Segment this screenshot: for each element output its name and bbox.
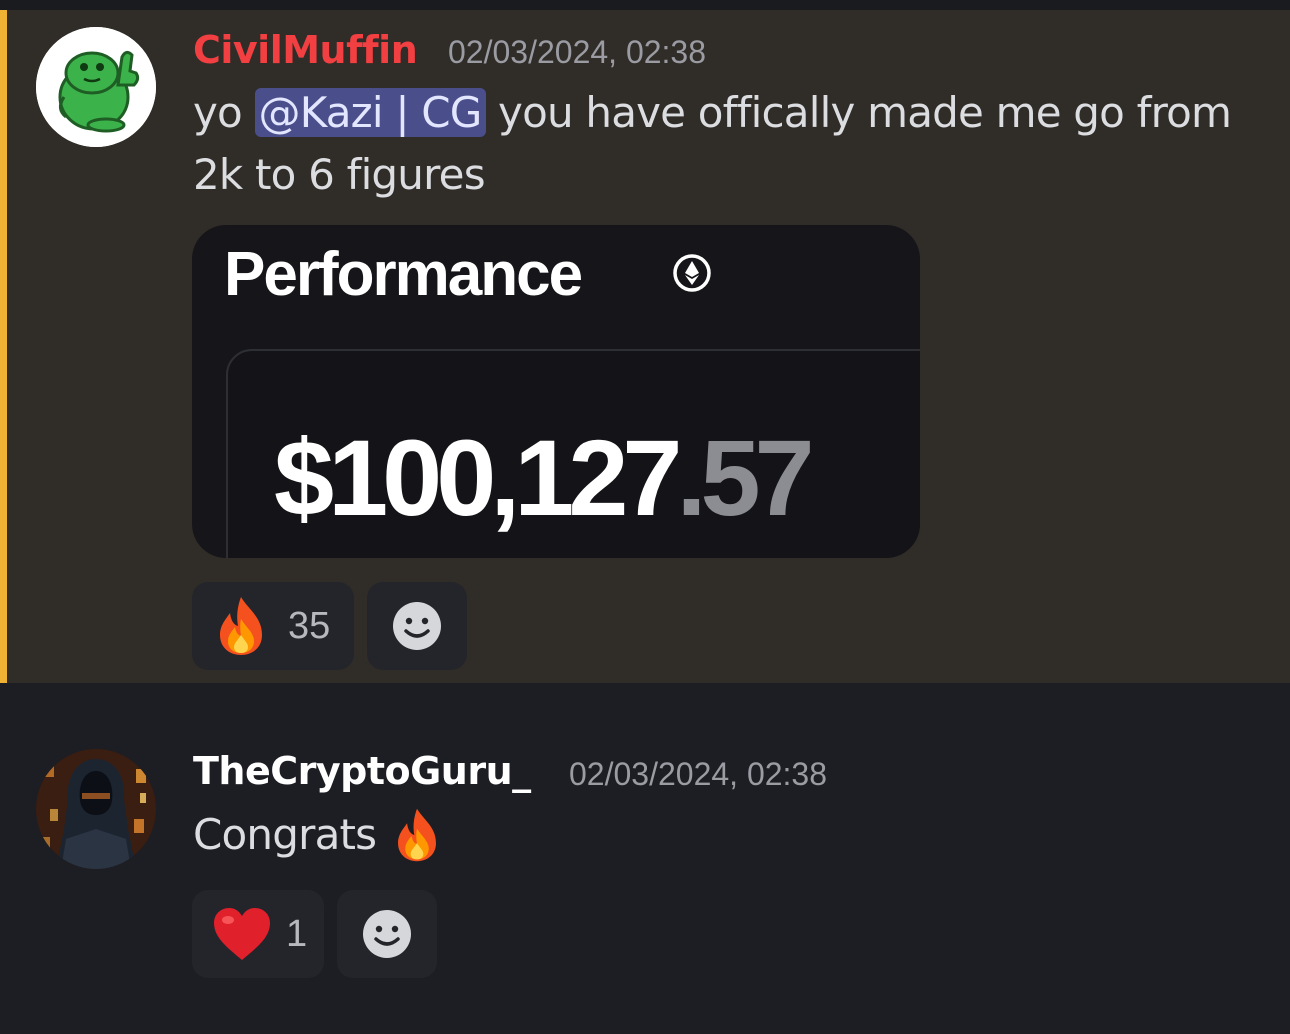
message-text: Congrats	[193, 810, 377, 859]
top-strip	[0, 0, 1290, 10]
smiley-icon	[393, 602, 441, 650]
balance-amount: $100,127.57	[274, 417, 815, 538]
add-reaction-button[interactable]	[367, 582, 467, 670]
message-text: you have offically made me go from	[485, 88, 1232, 137]
reaction-count: 35	[288, 604, 331, 647]
fire-emoji-icon	[392, 807, 442, 863]
message-author-username[interactable]: TheCryptoGuru_	[193, 749, 531, 793]
message-text: 2k to 6 figures	[193, 150, 486, 199]
message-timestamp: 02/03/2024, 02:38	[448, 34, 707, 70]
reaction-count: 1	[286, 912, 308, 955]
smiley-icon	[363, 910, 411, 958]
message-content: yo @Kazi | CG you have offically made me…	[193, 82, 1263, 206]
message-timestamp: 02/03/2024, 02:38	[569, 756, 828, 792]
user-mention[interactable]: @Kazi | CG	[254, 88, 486, 137]
embed-title: Performance	[224, 240, 583, 309]
reaction-heart[interactable]: 1	[192, 890, 324, 978]
mention-indicator-bar	[0, 10, 7, 683]
avatar[interactable]	[36, 749, 156, 869]
hooded-ninja-icon	[36, 749, 156, 869]
image-attachment[interactable]: Performance $100,127.57	[192, 225, 920, 558]
avatar[interactable]	[36, 27, 156, 147]
reaction-fire[interactable]: 35	[192, 582, 354, 670]
frog-thumbs-up-icon	[36, 27, 156, 147]
message-content: Congrats	[193, 804, 442, 866]
add-reaction-button[interactable]	[337, 890, 437, 978]
message-text: yo	[193, 88, 255, 137]
heart-emoji-icon	[212, 906, 272, 962]
fire-emoji-icon	[214, 595, 268, 657]
ethereum-icon	[673, 254, 711, 292]
message-author-username[interactable]: CivilMuffin	[193, 28, 418, 72]
